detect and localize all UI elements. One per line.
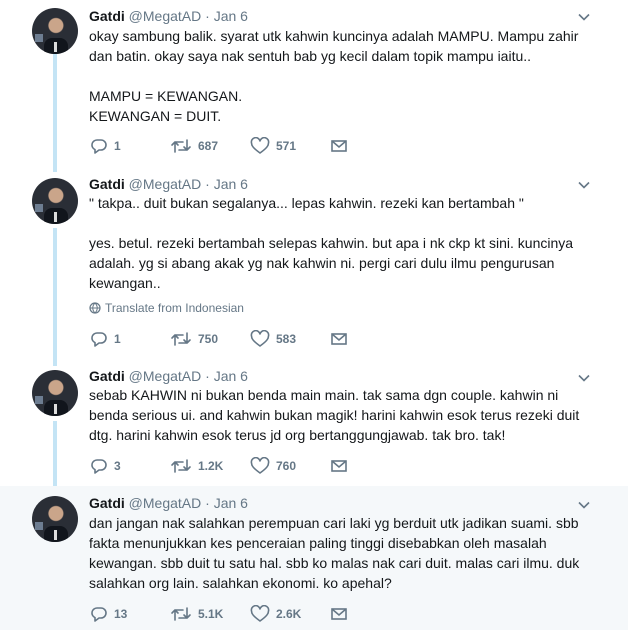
tweet-text: " takpa.. duit bukan segalanya... lepas … [89, 195, 574, 291]
author-name[interactable]: Gatdi [89, 368, 125, 384]
like-count: 583 [276, 332, 297, 346]
avatar[interactable] [32, 370, 78, 416]
separator: · [205, 495, 210, 511]
tweet-date[interactable]: Jan 6 [214, 176, 248, 192]
author-handle[interactable]: @MegatAD [129, 8, 202, 24]
tweet-date[interactable]: Jan 6 [214, 495, 248, 511]
separator: · [205, 8, 210, 24]
retweet-button[interactable]: 5.1K [170, 605, 223, 623]
envelope-icon [331, 608, 347, 620]
author-handle[interactable]: @MegatAD [129, 495, 202, 511]
retweet-button[interactable]: 687 [170, 137, 218, 155]
envelope-icon [331, 460, 347, 472]
like-button[interactable]: 583 [250, 330, 296, 348]
retweet-icon [171, 332, 191, 346]
tweet[interactable]: Gatdi @MegatAD · Jan 6 sebab KAHWIN ni b… [0, 361, 628, 486]
retweet-icon [171, 459, 191, 473]
reply-count: 1 [114, 332, 121, 346]
author-name[interactable]: Gatdi [89, 8, 125, 24]
reply-icon [91, 139, 107, 154]
reply-icon [91, 607, 107, 622]
reply-count: 1 [114, 139, 121, 153]
chevron-down-icon[interactable] [577, 10, 591, 24]
retweet-button[interactable]: 1.2K [170, 457, 223, 475]
author-handle[interactable]: @MegatAD [129, 176, 202, 192]
reply-icon [91, 459, 107, 474]
retweet-count: 750 [198, 332, 219, 346]
chevron-down-icon[interactable] [577, 498, 591, 512]
like-count: 2.6K [276, 607, 302, 621]
message-button[interactable] [330, 330, 348, 348]
author-handle[interactable]: @MegatAD [129, 368, 202, 384]
like-count: 571 [276, 139, 297, 153]
like-count: 760 [276, 459, 297, 473]
tweet-date[interactable]: Jan 6 [214, 8, 248, 24]
tweet-header: Gatdi @MegatAD · Jan 6 [89, 175, 248, 193]
envelope-icon [331, 140, 347, 152]
chevron-down-icon[interactable] [577, 178, 591, 192]
chevron-down-icon[interactable] [577, 371, 591, 385]
reply-button[interactable]: 1 [90, 137, 121, 155]
reply-count: 13 [114, 607, 128, 621]
reply-button[interactable]: 3 [90, 457, 121, 475]
retweet-count: 687 [198, 139, 219, 153]
translate-label: Translate from Indonesian [105, 301, 244, 315]
tweet-text: dan jangan nak salahkan perempuan cari l… [89, 515, 580, 591]
separator: · [205, 176, 210, 192]
retweet-icon [171, 607, 191, 621]
tweet-text: okay sambung balik. syarat utk kahwin ku… [89, 28, 579, 124]
tweet-header: Gatdi @MegatAD · Jan 6 [89, 7, 248, 25]
avatar[interactable] [32, 178, 78, 224]
reply-button[interactable]: 1 [90, 330, 121, 348]
reply-button[interactable]: 13 [90, 605, 127, 623]
retweet-button[interactable]: 750 [170, 330, 218, 348]
message-button[interactable] [330, 605, 348, 623]
retweet-count: 5.1K [198, 607, 224, 621]
retweet-count: 1.2K [198, 459, 224, 473]
message-button[interactable] [330, 137, 348, 155]
reply-icon [91, 332, 107, 347]
tweet-header: Gatdi @MegatAD · Jan 6 [89, 367, 248, 385]
globe-icon [89, 302, 101, 314]
like-button[interactable]: 2.6K [250, 605, 301, 623]
avatar[interactable] [32, 8, 78, 54]
translate-link[interactable]: Translate from Indonesian [89, 300, 244, 316]
tweet[interactable]: Gatdi @MegatAD · Jan 6 dan jangan nak sa… [0, 486, 628, 630]
heart-icon [250, 457, 270, 474]
retweet-icon [171, 139, 191, 153]
heart-icon [250, 137, 270, 154]
heart-icon [250, 605, 270, 622]
tweet-text: sebab KAHWIN ni bukan benda main main. t… [89, 387, 580, 443]
separator: · [205, 368, 210, 384]
reply-count: 3 [114, 459, 121, 473]
author-name[interactable]: Gatdi [89, 495, 125, 511]
tweet[interactable]: Gatdi @MegatAD · Jan 6 okay sambung bali… [0, 0, 628, 168]
like-button[interactable]: 760 [250, 457, 296, 475]
avatar[interactable] [32, 496, 78, 542]
envelope-icon [331, 333, 347, 345]
heart-icon [250, 330, 270, 347]
message-button[interactable] [330, 457, 348, 475]
author-name[interactable]: Gatdi [89, 176, 125, 192]
tweet[interactable]: Gatdi @MegatAD · Jan 6 " takpa.. duit bu… [0, 168, 628, 361]
tweet-date[interactable]: Jan 6 [214, 368, 248, 384]
like-button[interactable]: 571 [250, 137, 296, 155]
tweet-header: Gatdi @MegatAD · Jan 6 [89, 494, 248, 512]
